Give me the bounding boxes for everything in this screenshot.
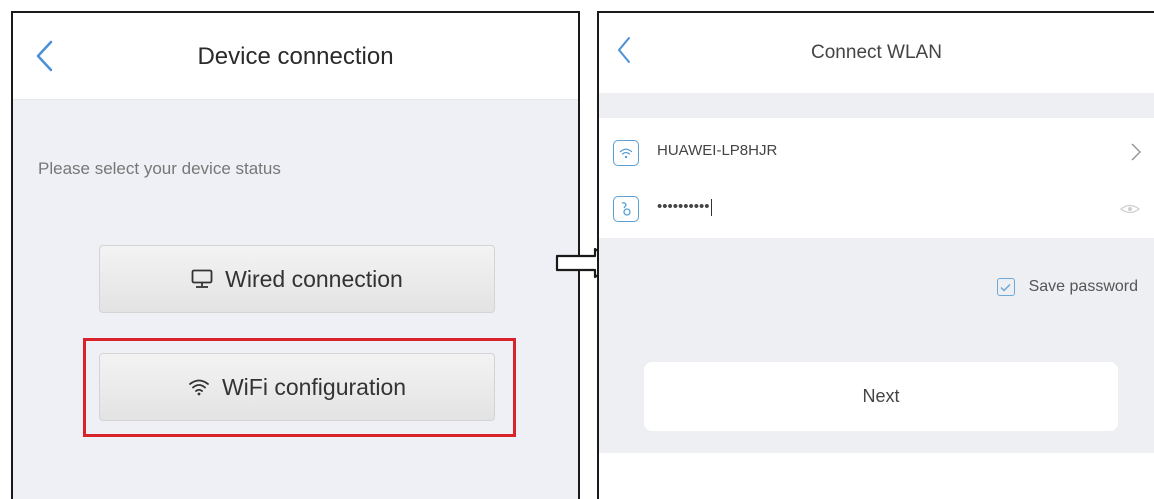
connect-wlan-screen: Connect WLAN HUAWEI-LP8HJR •••••••••• Sa…	[597, 11, 1154, 499]
eye-icon[interactable]	[1120, 204, 1140, 214]
text-caret	[710, 198, 712, 216]
save-password-label: Save password	[1028, 278, 1138, 295]
password-value: ••••••••••	[657, 198, 710, 215]
save-password-toggle[interactable]: Save password	[996, 278, 1138, 296]
wired-connection-button[interactable]: Wired connection	[99, 245, 495, 313]
chevron-right-icon[interactable]	[1130, 142, 1142, 162]
page-title: Connect WLAN	[811, 42, 942, 63]
password-row: ••••••••••	[599, 184, 1154, 232]
password-field[interactable]: ••••••••••	[657, 198, 712, 216]
device-status-prompt: Please select your device status	[38, 159, 281, 178]
connect-wlan-header: Connect WLAN	[599, 13, 1154, 93]
wifi-configuration-button[interactable]: WiFi configuration	[99, 353, 495, 421]
bottom-area	[599, 453, 1154, 499]
page-title: Device connection	[197, 43, 394, 70]
ssid-value: HUAWEI-LP8HJR	[657, 142, 778, 159]
save-password-checkbox[interactable]	[996, 278, 1015, 296]
wlan-credentials-card: HUAWEI-LP8HJR ••••••••••	[599, 118, 1154, 238]
wifi-icon	[189, 379, 209, 396]
wired-connection-label: Wired connection	[225, 265, 403, 292]
monitor-icon	[191, 269, 213, 288]
device-connection-screen: Device connection Please select your dev…	[11, 11, 580, 499]
next-button[interactable]: Next	[644, 362, 1118, 431]
lock-icon	[613, 196, 639, 222]
wifi-configuration-label: WiFi configuration	[221, 373, 407, 400]
ssid-wifi-icon	[613, 140, 639, 166]
check-icon	[1000, 283, 1011, 292]
ssid-row[interactable]: HUAWEI-LP8HJR	[599, 128, 1154, 176]
device-connection-header: Device connection	[13, 13, 578, 100]
